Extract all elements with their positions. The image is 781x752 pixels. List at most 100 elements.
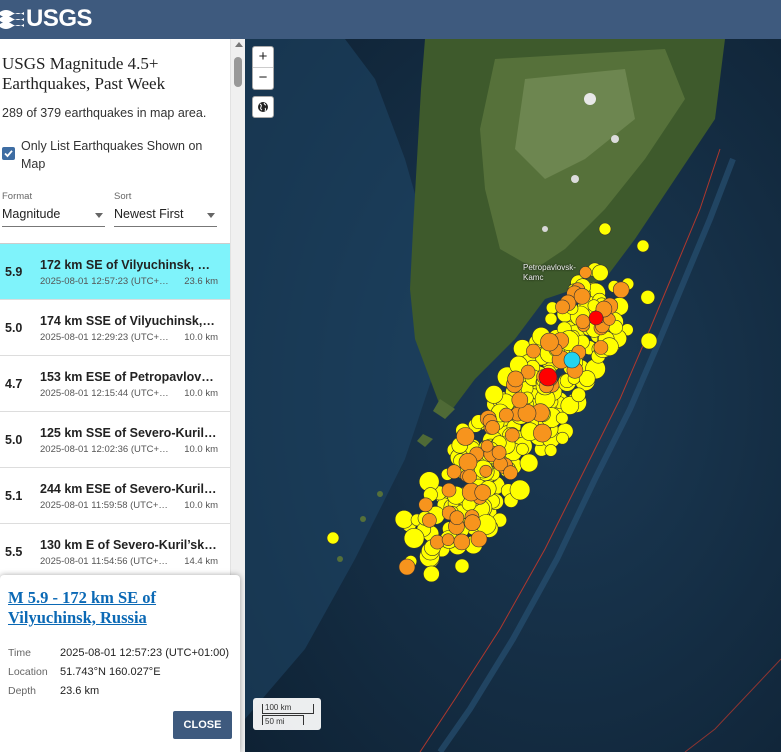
quake-marker-day[interactable] xyxy=(503,465,518,481)
quake-marker-day[interactable] xyxy=(485,420,500,435)
quake-marker-day[interactable] xyxy=(479,464,493,478)
format-select[interactable]: Magnitude xyxy=(2,205,105,227)
quake-marker-day[interactable] xyxy=(540,332,559,352)
quake-marker-day[interactable] xyxy=(575,314,591,329)
format-value: Magnitude xyxy=(2,207,61,221)
app-header: USGS xyxy=(0,0,781,39)
quake-marker-day[interactable] xyxy=(449,510,465,526)
zoom-in-button[interactable]: + xyxy=(253,47,273,68)
depth-value: 23.6 km xyxy=(60,685,100,697)
list-item[interactable]: 5.0 174 km SSE of Vilyuchinsk, Russia 20… xyxy=(0,300,230,356)
quake-marker-day[interactable] xyxy=(446,464,462,480)
quake-marker[interactable] xyxy=(636,239,650,253)
quake-marker-day[interactable] xyxy=(480,439,494,453)
list-item[interactable]: 4.7 153 km ESE of Petropavlovsk-Kamchats… xyxy=(0,356,230,412)
place: 244 km ESE of Severo-Kuril’sk, Russia xyxy=(40,482,218,496)
quake-marker-day[interactable] xyxy=(453,533,471,551)
quake-marker-day[interactable] xyxy=(498,407,514,423)
time: 2025-08-01 12:15:44 (UTC+… xyxy=(40,388,169,399)
list-item[interactable]: 5.1 244 km ESE of Severo-Kuril’sk, Russi… xyxy=(0,468,230,524)
quake-marker-day[interactable] xyxy=(441,533,455,547)
chevron-down-icon xyxy=(207,213,215,218)
quake-marker[interactable] xyxy=(640,332,658,350)
quake-marker-day[interactable] xyxy=(526,343,541,359)
quake-marker-week[interactable] xyxy=(454,558,470,574)
quake-marker-day[interactable] xyxy=(474,484,491,501)
depth: 10.0 km xyxy=(184,388,218,399)
quake-marker-day[interactable] xyxy=(456,427,475,446)
quake-marker-day[interactable] xyxy=(507,370,524,388)
quake-marker-day[interactable] xyxy=(422,512,437,528)
quake-marker-week[interactable] xyxy=(544,444,558,457)
quake-marker-week[interactable] xyxy=(423,565,440,583)
only-list-label[interactable]: Only List Earthquakes Shown on Map xyxy=(21,137,226,173)
earthquake-popup: M 5.9 - 172 km SE of Vilyuchinsk, Russia… xyxy=(0,575,240,752)
quake-marker[interactable] xyxy=(470,530,488,548)
quake-marker-day[interactable] xyxy=(504,427,520,443)
list-item[interactable]: 5.9 172 km SE of Vilyuchinsk, Russia 202… xyxy=(0,244,230,300)
quake-marker-week[interactable] xyxy=(484,385,504,404)
quake-marker-week[interactable] xyxy=(640,289,656,305)
magnitude: 5.9 xyxy=(5,265,23,279)
quake-marker-day[interactable] xyxy=(458,452,478,472)
magnitude: 5.1 xyxy=(5,489,23,503)
map-view[interactable]: Petropavlovsk- Kamc + − 100 km 50 mi xyxy=(245,39,781,752)
quake-marker-week[interactable] xyxy=(556,431,569,445)
quake-marker-day[interactable] xyxy=(462,469,477,484)
earthquake-markers[interactable] xyxy=(245,39,781,752)
quake-marker[interactable] xyxy=(398,558,416,576)
quake-marker-day[interactable] xyxy=(418,497,433,513)
quake-marker-week[interactable] xyxy=(555,411,569,425)
magnitude: 4.7 xyxy=(5,377,23,391)
zoom-out-button[interactable]: − xyxy=(253,68,273,89)
quake-marker-day[interactable] xyxy=(430,534,445,550)
quake-marker-week[interactable] xyxy=(403,527,425,549)
quake-marker-hour[interactable] xyxy=(538,367,558,387)
list-item[interactable]: 5.5 130 km E of Severo-Kuril’sk, Russia … xyxy=(0,524,230,580)
quake-marker-week[interactable] xyxy=(571,387,586,403)
quake-marker-week[interactable] xyxy=(519,453,539,473)
quake-marker[interactable] xyxy=(598,222,612,236)
quake-marker-day[interactable] xyxy=(555,299,570,315)
zoom-control: + − xyxy=(252,46,274,90)
time: 2025-08-01 12:02:36 (UTC+… xyxy=(40,444,169,455)
quake-marker[interactable] xyxy=(509,479,531,501)
quake-marker-day[interactable] xyxy=(573,287,591,305)
time: 2025-08-01 12:57:23 (UTC+… xyxy=(40,276,169,287)
quake-marker-week[interactable] xyxy=(591,264,609,282)
place: 130 km E of Severo-Kuril’sk, Russia xyxy=(40,538,218,552)
quake-marker-week[interactable] xyxy=(394,509,414,529)
quake-marker-day[interactable] xyxy=(579,266,592,279)
time: 2025-08-01 11:59:58 (UTC+… xyxy=(40,500,168,511)
sort-select[interactable]: Newest First xyxy=(114,205,217,227)
depth: 10.0 km xyxy=(184,444,218,455)
quake-marker[interactable] xyxy=(326,531,340,545)
logo-text: USGS xyxy=(26,5,93,32)
location-label: Location xyxy=(8,666,48,678)
basemap-button[interactable] xyxy=(252,96,274,118)
popup-title-link[interactable]: M 5.9 - 172 km SE of Vilyuchinsk, Russia xyxy=(8,588,233,628)
time-value: 2025-08-01 12:57:23 (UTC+01:00) xyxy=(60,647,230,659)
depth: 10.0 km xyxy=(184,500,218,511)
quake-marker-selected[interactable] xyxy=(563,351,581,369)
quake-marker-hour[interactable] xyxy=(588,310,604,326)
quake-marker-day[interactable] xyxy=(533,423,552,443)
usgs-logo[interactable]: USGS xyxy=(0,5,93,32)
quake-marker-day[interactable] xyxy=(441,482,457,498)
quake-marker-day[interactable] xyxy=(464,514,481,532)
only-list-checkbox[interactable] xyxy=(2,147,15,160)
quake-marker-week[interactable] xyxy=(516,442,529,456)
quake-marker-day[interactable] xyxy=(593,340,609,355)
scroll-up-icon[interactable] xyxy=(235,42,243,47)
close-button[interactable]: CLOSE xyxy=(173,711,232,739)
depth-label: Depth xyxy=(8,685,37,697)
quake-marker[interactable] xyxy=(544,312,558,326)
checkmark-icon xyxy=(4,150,13,158)
scale-bar: 100 km 50 mi xyxy=(253,698,321,730)
quake-marker-day[interactable] xyxy=(511,391,529,409)
scroll-thumb[interactable] xyxy=(234,57,242,87)
list-item[interactable]: 5.0 125 km SSE of Severo-Kuril’sk, Russi… xyxy=(0,412,230,468)
quake-marker-day[interactable] xyxy=(491,445,507,460)
quake-marker-day[interactable] xyxy=(612,281,630,299)
sort-label: Sort xyxy=(114,191,132,202)
